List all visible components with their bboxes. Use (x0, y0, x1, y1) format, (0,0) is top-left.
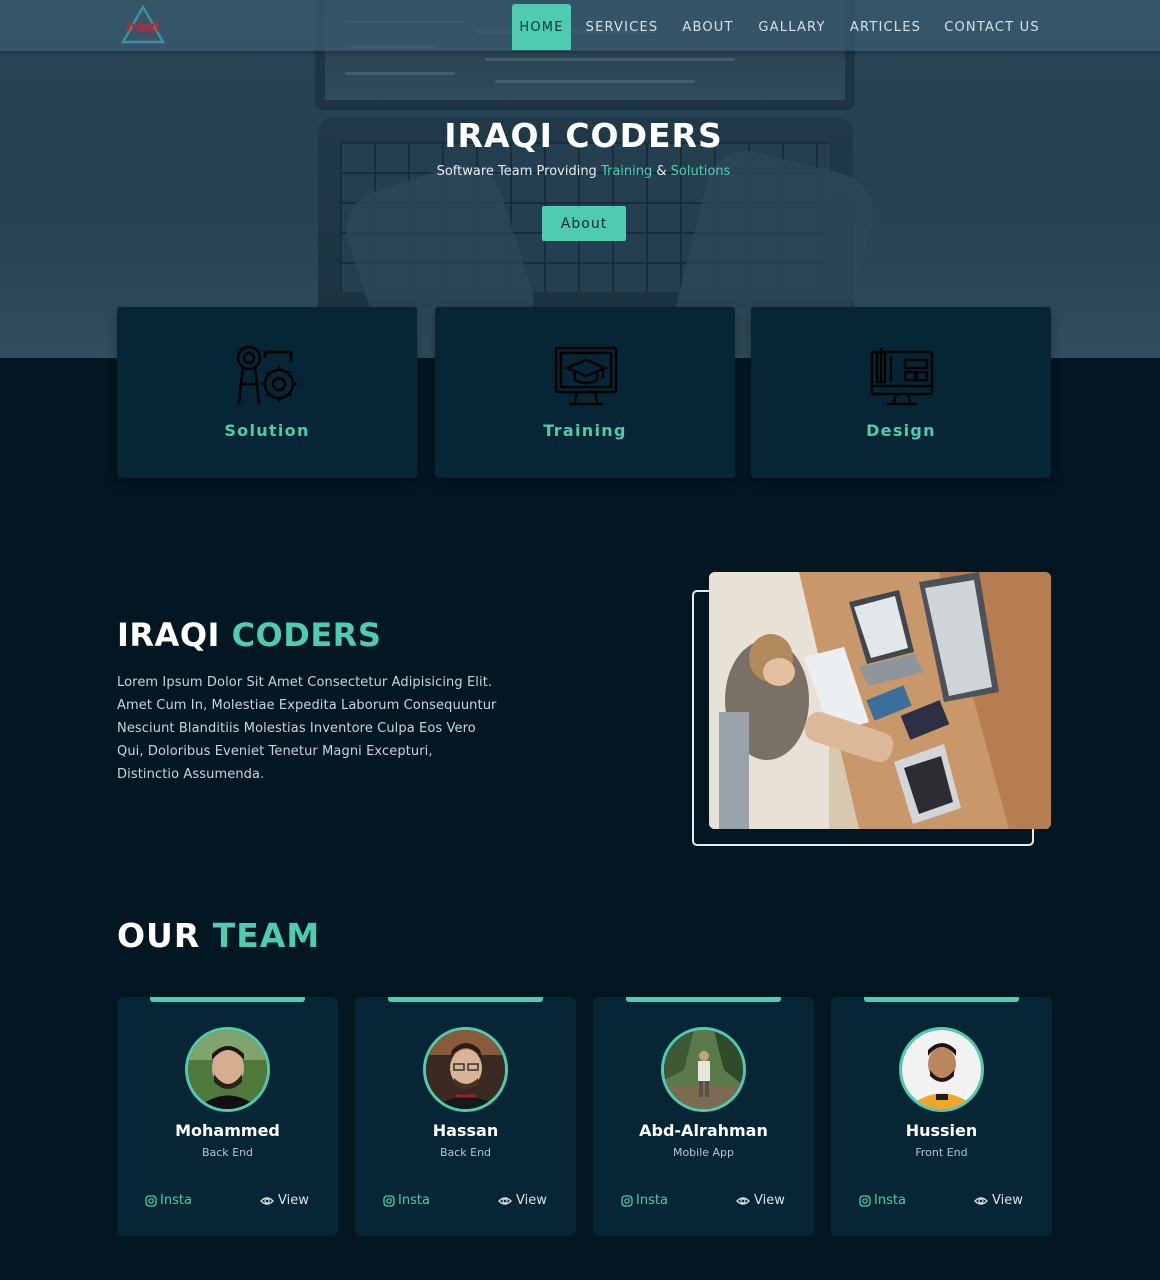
nav-contact-us[interactable]: CONTACT US (940, 4, 1044, 50)
view-label: View (278, 1193, 309, 1208)
service-label-design: Design (866, 421, 936, 440)
eye-icon (974, 1196, 988, 1205)
avatar (661, 1027, 746, 1112)
gear-lightbulb-icon (236, 345, 297, 405)
member-name: Abd-Alrahman (639, 1121, 768, 1140)
nav-articles[interactable]: ARTICLES (843, 4, 928, 50)
team-card-accent-bar (864, 997, 1019, 1002)
instagram-icon (859, 1194, 871, 1207)
about-text: Lorem Ipsum Dolor Sit Amet Consectetur A… (117, 675, 497, 782)
instagram-icon (383, 1194, 395, 1207)
nav-home[interactable]: HOME (512, 4, 571, 50)
insta-link[interactable]: Insta (145, 1193, 192, 1208)
team-card-hassan: Hassan Back End Insta View (355, 997, 576, 1236)
hero-section: IRAQI CODERS Software Team Providing Tra… (0, 0, 1160, 358)
eye-icon (736, 1196, 750, 1205)
hero-about-button[interactable]: About (542, 206, 626, 241)
insta-label: Insta (874, 1193, 906, 1208)
member-role: Mobile App (672, 1146, 735, 1159)
view-link[interactable]: View (974, 1193, 1023, 1208)
nav-gallary[interactable]: GALLARY (752, 4, 832, 50)
top-navbar: iraqi coders HOME SERVICES ABOUT GALLARY… (0, 0, 1160, 51)
nav-services[interactable]: SERVICES (580, 4, 664, 50)
insta-link[interactable]: Insta (621, 1193, 668, 1208)
view-label: View (992, 1193, 1023, 1208)
design-monitor-icon (870, 348, 934, 406)
view-label: View (516, 1193, 547, 1208)
hero-subtitle-joiner: & (652, 164, 671, 179)
view-link[interactable]: View (260, 1193, 309, 1208)
instagram-icon (621, 1194, 633, 1207)
about-photo (709, 572, 1051, 829)
service-label-solution: Solution (224, 421, 310, 440)
team-card-abd-alrahman: Abd-Alrahman Mobile App Insta View (593, 997, 814, 1236)
member-role: Back End (439, 1146, 492, 1159)
insta-link[interactable]: Insta (859, 1193, 906, 1208)
team-card-hussien: Hussien Front End Insta View (831, 997, 1052, 1236)
insta-label: Insta (636, 1193, 668, 1208)
team-card-accent-bar (388, 997, 543, 1002)
team-card-mohammed: Mohammed Back End Insta View (117, 997, 338, 1236)
nav-about[interactable]: ABOUT (676, 4, 740, 50)
avatar (185, 1027, 270, 1112)
team-card-accent-bar (150, 997, 305, 1002)
team-card-accent-bar (626, 997, 781, 1002)
member-name: Hassan (432, 1121, 499, 1140)
team-title: OUR TEAM (117, 916, 320, 955)
about-title: IRAQI CODERS (117, 616, 381, 654)
view-link[interactable]: View (736, 1193, 785, 1208)
member-name: Mohammed (175, 1121, 280, 1140)
view-link[interactable]: View (498, 1193, 547, 1208)
about-title-accent: CODERS (231, 616, 382, 654)
triangle-logo-icon: iraqi coders (120, 4, 166, 44)
service-label-training: Training (543, 421, 627, 440)
insta-label: Insta (160, 1193, 192, 1208)
member-role: Back End (201, 1146, 254, 1159)
instagram-icon (145, 1194, 157, 1207)
about-title-main: IRAQI (117, 616, 232, 654)
service-card-training[interactable]: Training (435, 307, 735, 478)
view-label: View (754, 1193, 785, 1208)
avatar (899, 1027, 984, 1112)
graduation-monitor-icon (554, 346, 618, 406)
hero-overlay (0, 0, 1160, 358)
insta-link[interactable]: Insta (383, 1193, 430, 1208)
service-card-design[interactable]: Design (751, 307, 1051, 478)
hero-title: IRAQI CODERS (444, 116, 723, 155)
hero-subtitle-prefix: Software Team Providing (436, 164, 601, 179)
team-title-main: OUR (117, 916, 213, 955)
developer-desk-illustration (709, 572, 1051, 829)
hero-subtitle-training: Training (600, 164, 653, 179)
hero-subtitle-solutions: Solutions (670, 164, 731, 179)
brand-logo[interactable]: iraqi coders (120, 4, 166, 45)
team-title-accent: TEAM (212, 916, 321, 955)
eye-icon (498, 1196, 512, 1205)
insta-label: Insta (398, 1193, 430, 1208)
member-name: Hussien (905, 1121, 978, 1140)
member-role: Front End (915, 1146, 968, 1159)
hero-subtitle: Software Team Providing Training & Solut… (0, 164, 1160, 179)
logo-subtext: coders (137, 36, 154, 42)
logo-text: iraqi (126, 20, 159, 35)
service-card-solution[interactable]: Solution (117, 307, 417, 478)
eye-icon (260, 1196, 274, 1205)
avatar (423, 1027, 508, 1112)
